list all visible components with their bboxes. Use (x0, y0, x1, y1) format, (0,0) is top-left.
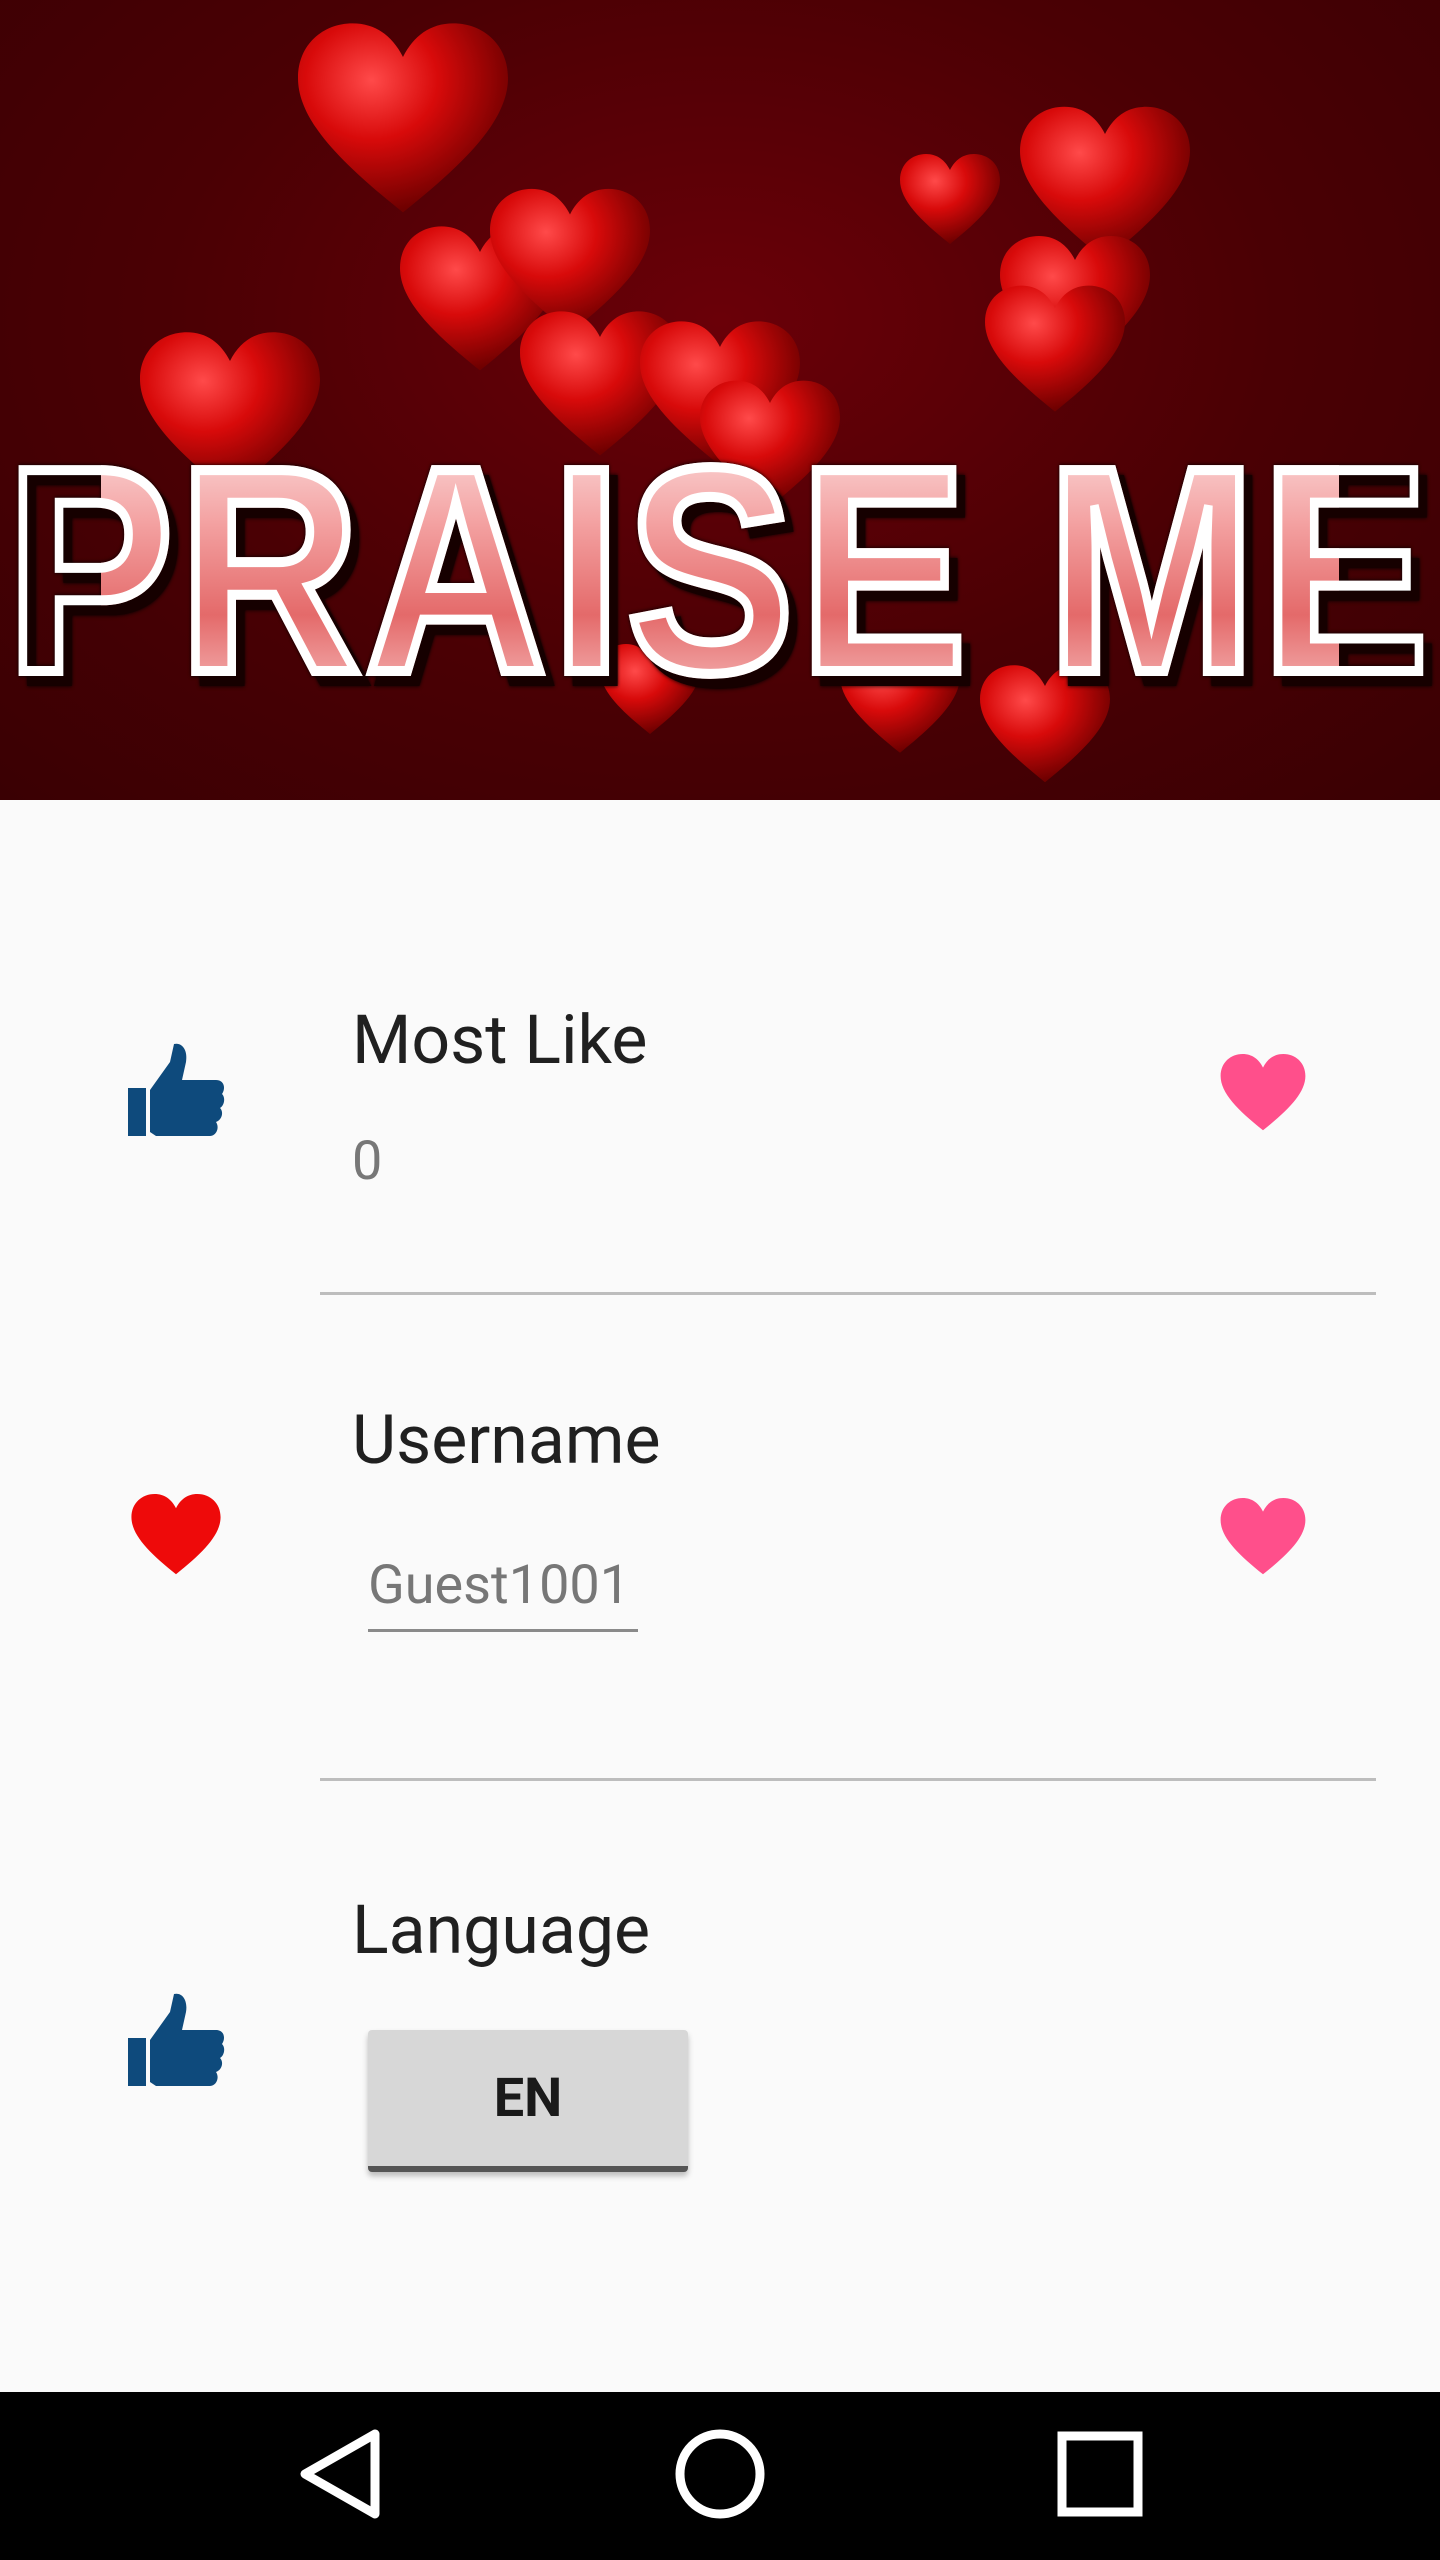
thumbs-up-icon (126, 1990, 226, 2094)
heart-icon (130, 1494, 222, 1580)
username-field[interactable] (368, 1550, 638, 1632)
row-divider (320, 1778, 1376, 1781)
header-banner: PRAISE ME (0, 0, 1440, 800)
thumbs-up-icon (126, 1040, 226, 1144)
banner-title: PRAISE ME (2, 407, 1434, 733)
language-button[interactable]: EN (368, 2030, 688, 2172)
most-like-label: Most Like (352, 1000, 648, 1080)
heart-icon[interactable] (1220, 1498, 1306, 1580)
recents-button[interactable] (1000, 2392, 1200, 2560)
home-button[interactable] (620, 2392, 820, 2560)
row-divider (320, 1292, 1376, 1295)
navigation-bar (0, 2392, 1440, 2560)
home-circle-icon (672, 2426, 768, 2526)
most-like-count: 0 (352, 1130, 383, 1193)
username-label: Username (352, 1400, 661, 1480)
back-button[interactable] (240, 2392, 440, 2560)
language-label: Language (352, 1890, 651, 1970)
recents-square-icon (1052, 2426, 1148, 2526)
back-triangle-icon (295, 2426, 385, 2526)
heart-icon[interactable] (1220, 1054, 1306, 1136)
